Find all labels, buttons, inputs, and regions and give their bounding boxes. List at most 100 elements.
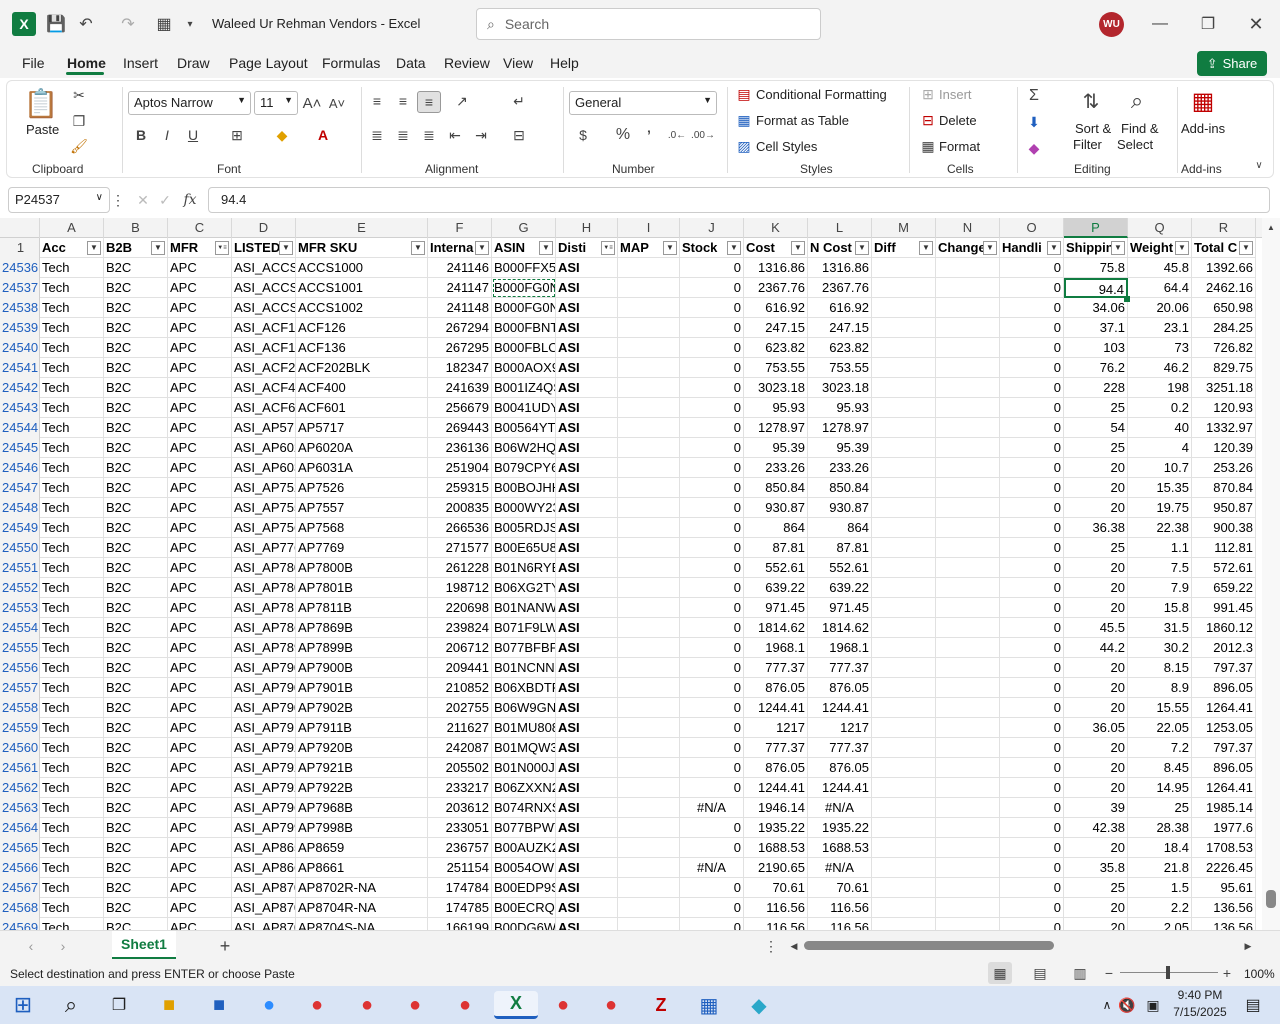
cell[interactable]: Tech	[40, 278, 104, 298]
column-title-cell[interactable]: MAP ▼	[618, 238, 680, 258]
cell[interactable]	[936, 818, 1000, 838]
cell[interactable]: 3023.18	[808, 378, 872, 398]
cell[interactable]: 233217	[428, 778, 492, 798]
cell[interactable]: 1264.41	[1192, 698, 1256, 718]
cell[interactable]: 1985.14	[1192, 798, 1256, 818]
cell[interactable]: ASI	[556, 678, 618, 698]
cell[interactable]: 1244.41	[808, 698, 872, 718]
row-header[interactable]: 24537	[0, 278, 40, 298]
cell[interactable]: 116.56	[808, 918, 872, 930]
cell[interactable]: 259315	[428, 478, 492, 498]
cell[interactable]	[872, 518, 936, 538]
cell[interactable]: 971.45	[808, 598, 872, 618]
cell[interactable]: ASI_AP796	[232, 798, 296, 818]
calculator-icon[interactable]: ▦	[694, 991, 724, 1019]
cell[interactable]: 241147	[428, 278, 492, 298]
row-header[interactable]: 24550	[0, 538, 40, 558]
cell[interactable]: 241148	[428, 298, 492, 318]
cell[interactable]: 95.39	[808, 438, 872, 458]
cell[interactable]: ASI_AP865	[232, 838, 296, 858]
cell[interactable]: 2.2	[1128, 898, 1192, 918]
cell[interactable]: ASI_AP755	[232, 498, 296, 518]
column-title-cell[interactable]: Handli ▼	[1000, 238, 1064, 258]
cell[interactable]: APC	[168, 878, 232, 898]
cell[interactable]: 0	[1000, 858, 1064, 878]
cell[interactable]: APC	[168, 718, 232, 738]
cell[interactable]: 876.05	[808, 758, 872, 778]
cell[interactable]: APC	[168, 318, 232, 338]
filter-dropdown-icon[interactable]: ▼	[727, 241, 741, 255]
cell[interactable]: 552.61	[744, 558, 808, 578]
cell[interactable]	[936, 358, 1000, 378]
row-header[interactable]: 24547	[0, 478, 40, 498]
cell[interactable]: APC	[168, 538, 232, 558]
cell[interactable]	[872, 838, 936, 858]
cell[interactable]: B2C	[104, 638, 168, 658]
cell[interactable]: Tech	[40, 918, 104, 930]
cell[interactable]: 37.1	[1064, 318, 1128, 338]
cell[interactable]: 0.2	[1128, 398, 1192, 418]
row-header[interactable]: 24563	[0, 798, 40, 818]
cell[interactable]: 20	[1064, 758, 1128, 778]
column-header-l[interactable]: L	[808, 218, 872, 238]
cell[interactable]: #N/A	[808, 798, 872, 818]
cell[interactable]: 2367.76	[744, 278, 808, 298]
cell[interactable]: 0	[1000, 758, 1064, 778]
cell[interactable]: 256679	[428, 398, 492, 418]
cell[interactable]: ACF601	[296, 398, 428, 418]
cell[interactable]: B2C	[104, 698, 168, 718]
column-header-k[interactable]: K	[744, 218, 808, 238]
cell[interactable]: 1316.86	[744, 258, 808, 278]
filter-dropdown-icon[interactable]: ▼	[1111, 241, 1125, 255]
cell[interactable]: ASI	[556, 718, 618, 738]
filter-dropdown-icon[interactable]: ▼	[983, 241, 997, 255]
sort-filter-line2[interactable]: Filter	[1073, 137, 1102, 152]
cell[interactable]: 0	[680, 898, 744, 918]
cell[interactable]	[872, 878, 936, 898]
cell[interactable]: 0	[680, 258, 744, 278]
cell[interactable]	[872, 778, 936, 798]
cell[interactable]: 650.98	[1192, 298, 1256, 318]
cell[interactable]: 70.61	[808, 878, 872, 898]
cell[interactable]: 900.38	[1192, 518, 1256, 538]
cell[interactable]: 25	[1064, 398, 1128, 418]
page-break-view-icon[interactable]: ▥	[1068, 962, 1092, 984]
cell[interactable]: B00DG6W	[492, 918, 556, 930]
column-title-cell[interactable]: Diff ▼	[872, 238, 936, 258]
column-title-cell[interactable]: Disti ▼≡	[556, 238, 618, 258]
column-header-d[interactable]: D	[232, 218, 296, 238]
cell[interactable]: 1860.12	[1192, 618, 1256, 638]
filter-dropdown-icon[interactable]: ▼	[1047, 241, 1061, 255]
cell[interactable]: ASI	[556, 918, 618, 930]
enter-icon[interactable]: ✓	[156, 190, 174, 210]
cell[interactable]: B001IZ4QS	[492, 378, 556, 398]
cell[interactable]: 18.4	[1128, 838, 1192, 858]
zoom-out-icon[interactable]: −	[1102, 964, 1116, 982]
zoom-in-icon[interactable]: +	[1220, 964, 1234, 982]
cell[interactable]: Tech	[40, 418, 104, 438]
cell[interactable]: B000FG0N	[492, 298, 556, 318]
taskbar-date[interactable]: 7/15/2025	[1166, 1005, 1234, 1019]
column-header-i[interactable]: I	[618, 218, 680, 238]
cell[interactable]: 876.05	[744, 758, 808, 778]
cell[interactable]	[936, 578, 1000, 598]
cell[interactable]: 0	[1000, 638, 1064, 658]
cell[interactable]: 777.37	[808, 658, 872, 678]
cell[interactable]: 3023.18	[744, 378, 808, 398]
cell[interactable]: 10.7	[1128, 458, 1192, 478]
filter-dropdown-icon[interactable]: ▼	[539, 241, 553, 255]
cell[interactable]	[936, 738, 1000, 758]
cell[interactable]: 206712	[428, 638, 492, 658]
cell[interactable]: APC	[168, 378, 232, 398]
cell[interactable]: 136.56	[1192, 918, 1256, 930]
cell[interactable]	[618, 878, 680, 898]
cell[interactable]: AP8704R-NA	[296, 898, 428, 918]
cell[interactable]: 2012.3	[1192, 638, 1256, 658]
column-title-cell[interactable]: MFR SKU ▼	[296, 238, 428, 258]
cell[interactable]: 44.2	[1064, 638, 1128, 658]
cell[interactable]: 20	[1064, 778, 1128, 798]
cell[interactable]: 8.9	[1128, 678, 1192, 698]
cell[interactable]: 0	[680, 838, 744, 858]
cell[interactable]: APC	[168, 458, 232, 478]
cell[interactable]: B2C	[104, 678, 168, 698]
